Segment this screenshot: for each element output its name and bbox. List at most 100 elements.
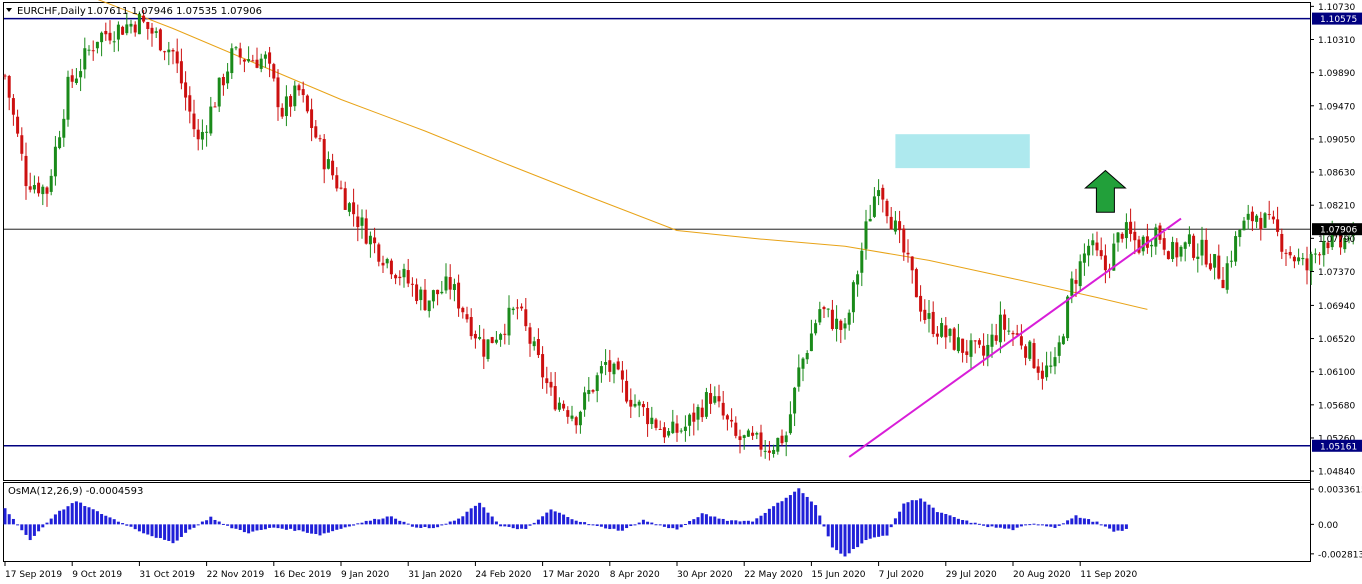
- osma-bar: [377, 519, 381, 525]
- osma-bar: [461, 516, 465, 525]
- osma-bar: [700, 513, 704, 525]
- candle-body: [583, 392, 587, 410]
- candle-body: [1242, 220, 1246, 231]
- osma-bar: [150, 524, 154, 537]
- osma-bar: [528, 524, 532, 526]
- osma-bar: [772, 506, 776, 525]
- candle-body: [742, 435, 746, 438]
- osma-bar: [217, 521, 221, 525]
- osma-bar: [431, 524, 435, 529]
- price-tick-label: 1.09890: [1318, 69, 1355, 79]
- candle-body: [633, 403, 637, 407]
- osma-bar: [910, 500, 914, 525]
- candle-body: [851, 282, 855, 313]
- osma-bar: [205, 520, 209, 525]
- osma-bar: [326, 524, 330, 533]
- candle-body: [364, 218, 368, 244]
- osma-bar: [1091, 521, 1095, 525]
- candle-body: [234, 47, 238, 49]
- osma-bar: [730, 520, 734, 525]
- osma-bar: [284, 524, 288, 530]
- candle-body: [977, 340, 981, 345]
- candle-body: [784, 435, 788, 443]
- candle-body: [20, 135, 24, 154]
- candle-body: [385, 258, 389, 264]
- level-badge-1: 1.10575: [1320, 15, 1357, 25]
- candle-body: [1036, 366, 1040, 373]
- osma-tick-label: -0.0028134: [1318, 550, 1362, 560]
- osma-bar: [1057, 524, 1061, 526]
- osma-bar: [1099, 524, 1103, 526]
- candle-body: [486, 339, 490, 360]
- candle-body: [49, 175, 53, 192]
- date-tick-label: 16 Dec 2019: [274, 570, 332, 580]
- candle-body: [935, 333, 939, 337]
- osma-bar: [74, 501, 78, 525]
- osma-bar: [356, 523, 360, 525]
- osma-bar: [541, 516, 545, 525]
- candle-body: [856, 274, 860, 285]
- osma-bar: [696, 517, 700, 525]
- osma-bar: [49, 518, 53, 525]
- candle-body: [1095, 242, 1099, 251]
- osma-bar: [1120, 524, 1124, 531]
- candle-body: [868, 218, 872, 222]
- candle-body: [1162, 238, 1166, 250]
- osma-bar: [242, 524, 246, 533]
- osma-bar: [381, 518, 385, 525]
- osma-bar: [822, 524, 826, 527]
- candle-body: [1204, 239, 1208, 265]
- candle-body: [440, 291, 444, 294]
- chart-header[interactable]: EURCHF,Daily 1.07611 1.07946 1.07535 1.0…: [6, 6, 262, 17]
- date-tick-label: 17 Sep 2019: [5, 570, 62, 580]
- osma-bar: [343, 524, 347, 528]
- osma-bar: [524, 524, 528, 529]
- osma-bar: [767, 508, 771, 525]
- candle-body: [574, 417, 578, 426]
- osma-bar: [788, 495, 792, 525]
- osma-bar: [860, 524, 864, 544]
- candle-body: [230, 48, 234, 74]
- candle-body: [1183, 242, 1187, 249]
- candle: [1028, 340, 1032, 362]
- candle-body: [255, 59, 259, 68]
- price-tick-label: 1.06100: [1318, 368, 1355, 378]
- price-tick-label: 1.05680: [1318, 401, 1355, 411]
- osma-bar: [633, 524, 637, 526]
- osma-label: OsMA(12,26,9) -0.0004593: [8, 486, 143, 497]
- candle-body: [507, 307, 511, 336]
- osma-bar: [1045, 524, 1049, 527]
- candle-body: [1103, 255, 1107, 271]
- osma-bar: [196, 524, 200, 526]
- candle-body: [931, 311, 935, 335]
- osma-bar: [574, 520, 578, 525]
- candle-body: [646, 408, 650, 425]
- osma-bar: [436, 524, 440, 528]
- candle: [1263, 211, 1267, 229]
- osma-bar: [784, 497, 788, 525]
- candle-body: [1301, 257, 1305, 260]
- chart[interactable]: 1.10730 1.10310 1.09890 1.09470 1.09050 1.086…: [0, 0, 1362, 584]
- osma-bar: [507, 524, 511, 527]
- candle-body: [213, 106, 217, 108]
- osma-bar: [746, 520, 750, 525]
- price-panel[interactable]: [3, 2, 1311, 481]
- candle-body: [247, 59, 251, 62]
- osma-bar: [297, 524, 301, 531]
- candle-body: [217, 77, 221, 107]
- candle-body: [1267, 214, 1271, 216]
- osma-bar: [255, 524, 259, 531]
- date-tick-label: 11 Sep 2020: [1080, 570, 1137, 580]
- osma-bar: [872, 524, 876, 538]
- candle-body: [688, 414, 692, 426]
- osma-bar: [95, 511, 99, 525]
- candle-body: [629, 399, 633, 407]
- osma-bar: [20, 524, 24, 531]
- osma-bar: [1078, 517, 1082, 525]
- osma-bar: [906, 502, 910, 525]
- osma-panel[interactable]: [3, 482, 1311, 562]
- osma-bar: [637, 522, 641, 525]
- osma-bar: [192, 524, 196, 528]
- osma-bar: [276, 524, 280, 529]
- osma-bar: [28, 524, 32, 541]
